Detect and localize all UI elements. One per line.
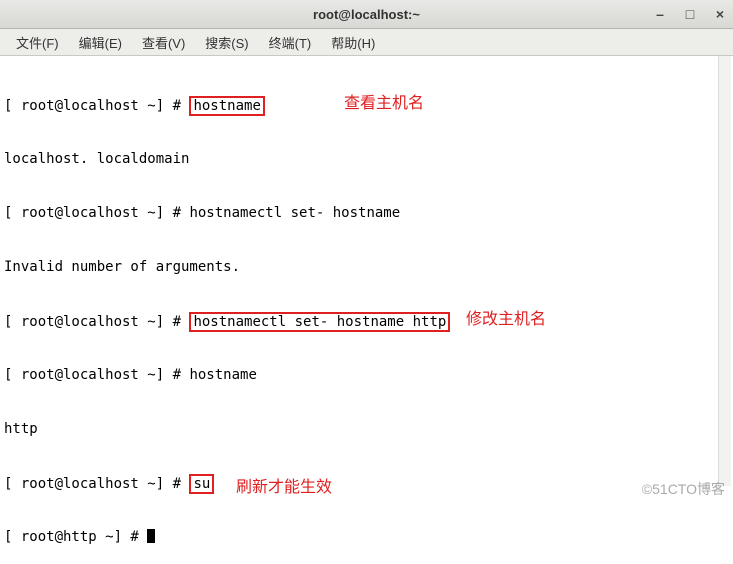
- terminal-line: [ root@localhost ~] # hostnamectl set- h…: [4, 204, 729, 222]
- terminal-line: [ root@localhost ~] # su刷新才能生效: [4, 474, 729, 492]
- menubar: 文件(F) 编辑(E) 查看(V) 搜索(S) 终端(T) 帮助(H): [0, 29, 733, 56]
- command-highlight: su: [189, 474, 214, 494]
- menu-file[interactable]: 文件(F): [6, 31, 69, 54]
- menu-edit[interactable]: 编辑(E): [69, 31, 132, 54]
- annotation-refresh: 刷新才能生效: [236, 479, 332, 497]
- terminal-line: [ root@localhost ~] # hostnamectl set- h…: [4, 312, 729, 330]
- window-titlebar: root@localhost:~ – □ ×: [0, 0, 733, 29]
- prompt: [ root@localhost ~] #: [4, 205, 189, 221]
- prompt: [ root@localhost ~] #: [4, 476, 189, 492]
- output: Invalid number of arguments.: [4, 259, 240, 275]
- terminal-line: [ root@http ~] #: [4, 528, 729, 546]
- terminal-line: Invalid number of arguments.: [4, 258, 729, 276]
- watermark: ©51CTO博客: [642, 479, 725, 499]
- terminal-line: [ root@localhost ~] # hostname 查看主机名: [4, 96, 729, 114]
- close-icon[interactable]: ×: [713, 6, 727, 22]
- prompt: [ root@localhost ~] #: [4, 98, 189, 114]
- menu-help[interactable]: 帮助(H): [321, 31, 385, 54]
- window-title: root@localhost:~: [313, 7, 420, 22]
- command-highlight: hostnamectl set- hostname http: [189, 312, 450, 332]
- prompt: [ root@localhost ~] #: [4, 314, 189, 330]
- output: http: [4, 421, 38, 437]
- terminal-line: [ root@localhost ~] # hostname: [4, 366, 729, 384]
- output: localhost. localdomain: [4, 151, 189, 167]
- cursor-icon: [147, 529, 155, 543]
- menu-search[interactable]: 搜索(S): [195, 31, 258, 54]
- minimize-icon[interactable]: –: [653, 6, 667, 22]
- window-controls: – □ ×: [653, 0, 727, 28]
- menu-view[interactable]: 查看(V): [132, 31, 195, 54]
- terminal-area[interactable]: [ root@localhost ~] # hostname 查看主机名 loca…: [0, 56, 733, 513]
- command: hostname: [189, 367, 256, 383]
- annotation-change-hostname: 修改主机名: [466, 311, 546, 329]
- scrollbar[interactable]: [718, 56, 731, 486]
- maximize-icon[interactable]: □: [683, 6, 697, 22]
- command-highlight: hostname: [189, 96, 264, 116]
- command: hostnamectl set- hostname: [189, 205, 400, 221]
- terminal-line: http: [4, 420, 729, 438]
- prompt: [ root@localhost ~] #: [4, 367, 189, 383]
- menu-terminal[interactable]: 终端(T): [259, 31, 322, 54]
- prompt: [ root@http ~] #: [4, 529, 147, 545]
- terminal-line: localhost. localdomain: [4, 150, 729, 168]
- annotation-view-hostname: 查看主机名: [344, 95, 424, 113]
